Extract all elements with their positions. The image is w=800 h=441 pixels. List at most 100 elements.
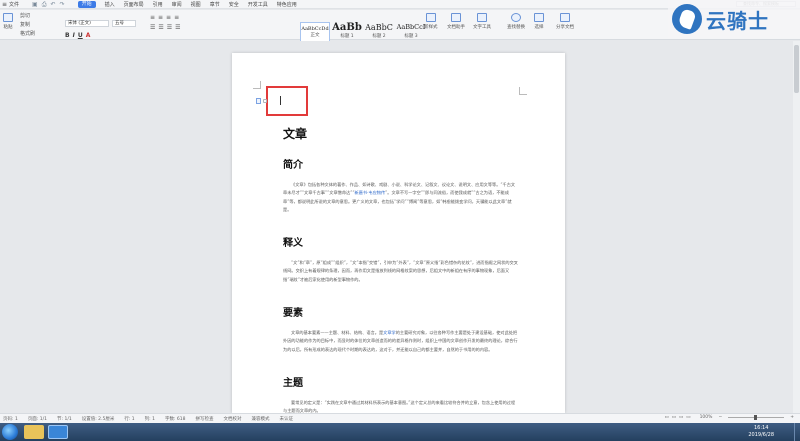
magnifier-icon xyxy=(511,13,521,22)
cut-button[interactable]: 剪切 xyxy=(20,12,30,19)
section-paragraph: 要常见的定义是：“实践在文章中通过其材料所表示的基本意图。”这个定义总的来看比较… xyxy=(283,399,516,413)
tab-developer[interactable]: 开发工具 xyxy=(248,1,268,8)
font-size-select[interactable]: 五号 xyxy=(112,20,136,27)
knight-logo-icon xyxy=(672,4,702,34)
wps-taskbar-icon[interactable] xyxy=(48,425,68,439)
redo-icon[interactable]: ↷ xyxy=(60,0,65,9)
share-icon xyxy=(560,13,570,22)
tab-page-layout[interactable]: 页面布局 xyxy=(124,1,144,8)
section-paragraph: “文”和“章”，原“组成”“组织”，“文”本指“交错”，引申为“外表”，“文章”… xyxy=(283,260,518,282)
style-gallery: AaBbCcDd 正文 AaBb 标题 1 AaBbC 标题 2 AaBbCcI… xyxy=(300,22,426,42)
status-bar: 页码: 1 页面: 1/1 节: 1/1 设置值: 2.5厘米 行: 1 列: … xyxy=(0,413,800,423)
scrollbar-thumb[interactable] xyxy=(794,45,799,93)
status-section: 节: 1/1 xyxy=(57,416,72,422)
paragraph-mark-icon[interactable] xyxy=(263,99,267,103)
margin-corner-top-left xyxy=(253,81,261,89)
hyperlink[interactable]: 文章学 xyxy=(383,330,396,335)
copy-button[interactable]: 复制 xyxy=(20,21,30,28)
document-page[interactable]: 文章 简介 《文章》包括各种文体的著作、作品、如诗歌、戏剧、小说、科学论文、记叙… xyxy=(232,53,565,413)
doc-check-button[interactable]: 文档校对 xyxy=(224,416,242,422)
paste-icon xyxy=(3,13,13,22)
save-icon[interactable]: ▣ xyxy=(32,0,38,9)
tab-security[interactable]: 安全 xyxy=(229,1,239,8)
section-heading: 简介 xyxy=(283,160,303,171)
assistant-icon xyxy=(451,13,461,22)
status-row: 行: 1 xyxy=(124,416,135,422)
spellcheck-button[interactable]: 拼写检查 xyxy=(196,416,214,422)
show-desktop-button[interactable] xyxy=(794,423,800,441)
tab-references[interactable]: 引用 xyxy=(153,1,163,8)
paragraph-align-buttons[interactable]: ≡≡≡≡ xyxy=(150,14,182,21)
status-col: 列: 1 xyxy=(144,416,155,422)
start-button[interactable] xyxy=(2,424,18,440)
font-name-select[interactable]: 宋体 (正文) xyxy=(65,20,109,27)
paste-button[interactable]: 粘贴 xyxy=(3,13,13,30)
file-menu[interactable]: ≡ 文件 xyxy=(2,1,19,8)
text-cursor xyxy=(280,96,281,105)
view-mode-icons[interactable]: ▭▭▭▭ xyxy=(665,415,694,420)
compat-mode: 兼容模式 xyxy=(251,416,270,422)
paragraph-list-buttons[interactable]: ☰☰☰☰ xyxy=(150,24,184,31)
cursor-icon xyxy=(534,13,544,22)
text-tools-button[interactable]: 文字工具 xyxy=(473,13,491,30)
status-right: ▭▭▭▭ 100% − + xyxy=(665,415,794,420)
zoom-out-button[interactable]: − xyxy=(718,415,722,420)
doc-assistant-button[interactable]: 文档助手 xyxy=(447,13,465,30)
italic-button[interactable]: I xyxy=(73,32,75,39)
menu-tabs: ≡ 文件 ▣ ⎙ ↶ ↷ 开始 插入 页面布局 引用 审阅 视图 章节 安全 开… xyxy=(0,0,297,9)
menu-icon: ≡ xyxy=(2,1,8,8)
undo-icon[interactable]: ↶ xyxy=(51,0,56,9)
watermark-text: 云骑士 xyxy=(706,8,769,33)
watermark-logo: 云骑士 xyxy=(668,0,800,38)
zoom-in-button[interactable]: + xyxy=(790,415,794,420)
style-heading-2[interactable]: AaBbC 标题 2 xyxy=(364,22,394,42)
share-doc-button[interactable]: 分享文档 xyxy=(556,13,574,30)
section-heading: 释义 xyxy=(283,238,303,250)
section-heading: 主题 xyxy=(283,377,303,389)
document-title: 文章 xyxy=(283,127,308,141)
taskbar: 16:14 2019/6/28 xyxy=(0,423,800,441)
document-body[interactable]: 文章 简介 《文章》包括各种文体的著作、作品、如诗歌、戏剧、小说、科学论文、记叙… xyxy=(283,125,519,413)
tab-features[interactable]: 特色应用 xyxy=(277,1,297,8)
format-painter-button[interactable]: 格式刷 xyxy=(20,30,35,37)
highlight-box xyxy=(266,86,308,116)
style-icon xyxy=(425,13,436,22)
vertical-scrollbar[interactable] xyxy=(793,41,800,413)
navigation-pane-icon[interactable] xyxy=(256,98,261,104)
margin-corner-top-right xyxy=(519,87,527,95)
style-heading-1[interactable]: AaBb 标题 1 xyxy=(332,22,362,42)
system-clock[interactable]: 16:14 2019/6/28 xyxy=(748,425,774,439)
zoom-level[interactable]: 100% xyxy=(700,415,713,420)
status-wordcount[interactable]: 字数: 618 xyxy=(165,416,186,422)
hyperlink[interactable]: 新唐书·韦应物传 xyxy=(354,190,385,195)
zoom-slider-knob[interactable] xyxy=(754,415,758,420)
style-heading-3[interactable]: AaBbCcI 标题 3 xyxy=(396,22,426,42)
style-normal[interactable]: AaBbCcDd 正文 xyxy=(300,22,330,42)
clock-time: 16:14 xyxy=(753,425,769,431)
certification-status[interactable]: 未认证 xyxy=(280,416,294,422)
document-canvas[interactable]: 文章 简介 《文章》包括各种文体的著作、作品、如诗歌、戏剧、小说、科学论文、记叙… xyxy=(0,41,800,413)
tab-chapter[interactable]: 章节 xyxy=(210,1,220,8)
tab-home[interactable]: 开始 xyxy=(77,1,96,8)
status-pages: 页面: 1/1 xyxy=(27,416,48,422)
tab-insert[interactable]: 插入 xyxy=(105,1,115,8)
zoom-slider[interactable] xyxy=(728,415,785,420)
section-heading: 要素 xyxy=(283,308,303,320)
tab-review[interactable]: 审阅 xyxy=(172,1,182,8)
select-button[interactable]: 选择 xyxy=(534,13,544,30)
bold-button[interactable]: B xyxy=(65,32,70,39)
format-buttons: B I U A xyxy=(65,32,90,39)
status-page-num: 页码: 1 xyxy=(3,416,18,422)
status-position: 设置值: 2.5厘米 xyxy=(81,416,115,422)
clock-date: 2019/6/28 xyxy=(748,432,774,438)
section-paragraph: 《文章》包括各种文体的著作、作品、如诗歌、戏剧、小说、科学论文、记叙文、议论文、… xyxy=(283,182,516,212)
tab-view[interactable]: 视图 xyxy=(191,1,201,8)
quick-access-toolbar: ▣ ⎙ ↶ ↷ xyxy=(32,0,65,9)
font-color-button[interactable]: A xyxy=(86,32,91,39)
explorer-taskbar-icon[interactable] xyxy=(24,425,44,439)
print-icon[interactable]: ⎙ xyxy=(42,0,47,9)
find-replace-button[interactable]: 查找替换 xyxy=(507,13,525,30)
text-tools-icon xyxy=(477,13,487,22)
new-style-button[interactable]: 新样式 xyxy=(424,13,438,30)
underline-button[interactable]: U xyxy=(78,32,83,39)
